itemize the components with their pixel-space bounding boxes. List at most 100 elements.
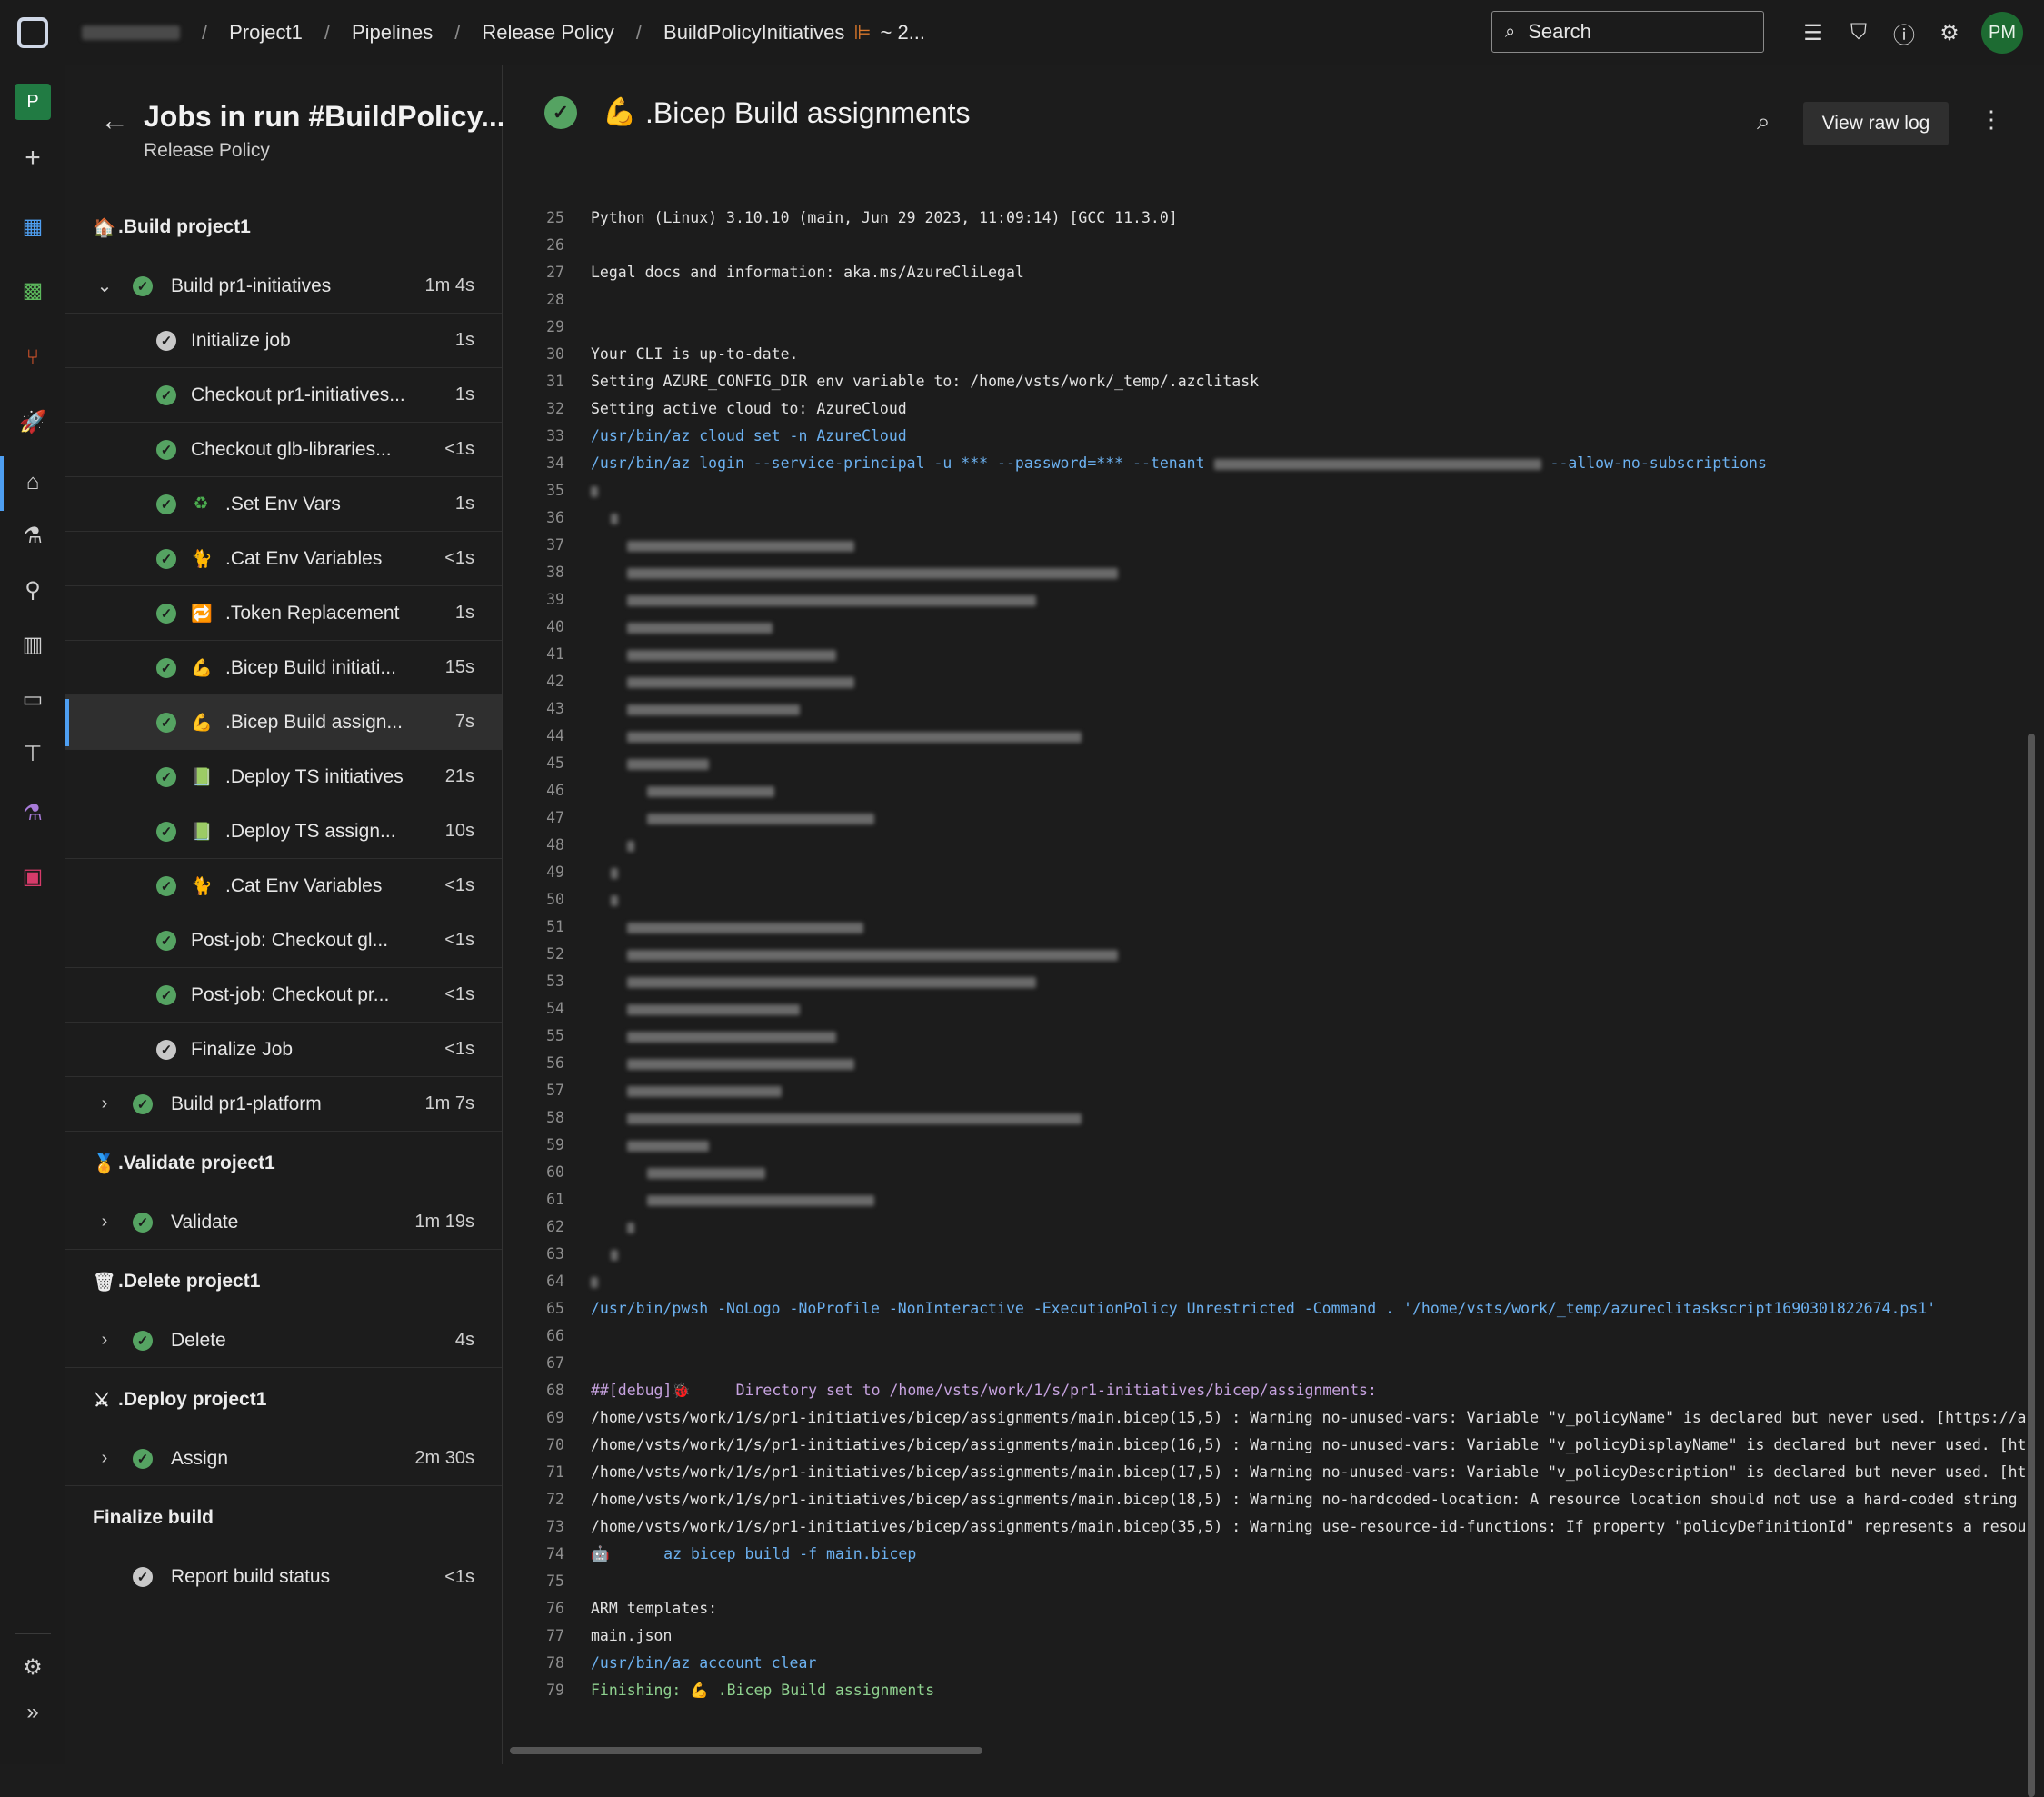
log-line: 28	[503, 286, 2029, 314]
deployment-groups-icon[interactable]: ⊤	[13, 734, 53, 774]
job-assign[interactable]: › ✓ Assign 2m 30s	[65, 1432, 502, 1486]
breadcrumb-project[interactable]: Project1	[229, 21, 303, 45]
user-settings-icon[interactable]: ⚙	[1927, 20, 1972, 46]
log-line-text	[591, 641, 836, 668]
step-post-job-checkout-pr[interactable]: ✓ Post-job: Checkout pr... <1s	[65, 968, 502, 1023]
breadcrumb-release-policy[interactable]: Release Policy	[482, 21, 614, 45]
log-line: 74 🤖 az bicep build -f main.bicep	[503, 1541, 2029, 1568]
log-line-text	[591, 1104, 1082, 1132]
search-box[interactable]: ⌕ Search	[1491, 11, 1764, 53]
chevron-right-icon[interactable]: ›	[93, 1448, 116, 1469]
success-check-icon: ✓	[156, 821, 176, 842]
stage-finalize-build: Finalize build	[93, 1507, 214, 1528]
step-checkout-glb-libraries[interactable]: ✓ Checkout glb-libraries... <1s	[65, 423, 502, 477]
step-finalize-job[interactable]: ✓ Finalize Job <1s	[65, 1023, 502, 1077]
pipelines-sub-icon[interactable]: ⌂	[13, 463, 53, 503]
help-icon[interactable]: ⓘ	[1881, 17, 1927, 49]
redacted-log-content	[611, 513, 618, 524]
releases-icon[interactable]: ⚲	[13, 570, 53, 610]
repos-icon[interactable]: ⑂	[13, 338, 53, 378]
job-validate[interactable]: › ✓ Validate 1m 19s	[65, 1195, 502, 1250]
log-line: 70/home/vsts/work/1/s/pr1-initiatives/bi…	[503, 1432, 2029, 1459]
step-token-replacement[interactable]: ✓ 🔁 .Token Replacement 1s	[65, 586, 502, 641]
log-line-number: 44	[546, 727, 564, 744]
log-line-text	[591, 913, 863, 941]
log-search-icon[interactable]: ⌕	[1757, 107, 1770, 136]
log-line-text	[591, 995, 800, 1023]
step-cat-env-variables-2[interactable]: ✓ 🐈 .Cat Env Variables <1s	[65, 859, 502, 913]
job-build-pr1-platform[interactable]: › ✓ Build pr1-platform 1m 7s	[65, 1077, 502, 1132]
project-avatar[interactable]: P	[15, 84, 51, 120]
success-check-icon: ✓	[156, 875, 176, 896]
new-item-plus-icon[interactable]: +	[13, 138, 53, 178]
step-set-env-vars[interactable]: ✓ ♻ .Set Env Vars 1s	[65, 477, 502, 532]
step-post-job-checkout-gl[interactable]: ✓ Post-job: Checkout gl... <1s	[65, 913, 502, 968]
log-line: 46	[503, 777, 2029, 804]
breadcrumb-pipeline[interactable]: BuildPolicyInitiatives	[663, 21, 844, 45]
horizontal-scrollbar[interactable]	[510, 1747, 982, 1754]
log-line-text: Python (Linux) 3.10.10 (main, Jun 29 202…	[591, 209, 1178, 226]
log-line-number: 65	[546, 1300, 564, 1317]
success-check-icon: ✓	[133, 1212, 153, 1233]
log-line-text: Finishing: 💪 .Bicep Build assignments	[591, 1682, 935, 1699]
log-line: 67	[503, 1350, 2029, 1377]
log-title: .Bicep Build assignments	[645, 96, 971, 129]
boards-icon[interactable]: ▩	[13, 270, 53, 310]
redacted-log-content	[627, 1058, 854, 1070]
project-settings-gear-icon[interactable]: ⚙	[13, 1647, 53, 1687]
vertical-scrollbar[interactable]	[2028, 734, 2035, 1797]
job-report-build-status[interactable]: ✓ Report build status <1s	[65, 1550, 502, 1604]
chevron-right-icon[interactable]: ›	[93, 1330, 116, 1351]
neutral-check-icon: ✓	[133, 1567, 153, 1587]
log-line: 44	[503, 723, 2029, 750]
house-icon: 🏠	[93, 217, 115, 238]
log-line: 62	[503, 1213, 2029, 1241]
test-plans-icon[interactable]: ⚗	[13, 793, 53, 833]
step-deploy-ts-initiatives[interactable]: ✓ 📗 .Deploy TS initiatives 21s	[65, 750, 502, 804]
more-options-icon[interactable]: ⋮	[1979, 105, 2003, 134]
log-line-text: Setting active cloud to: AzureCloud	[591, 400, 907, 417]
log-line-number: 28	[546, 291, 564, 308]
task-list-icon[interactable]: ☰	[1790, 20, 1836, 46]
step-bicep-build-initiatives[interactable]: ✓ 💪 .Bicep Build initiati... 15s	[65, 641, 502, 695]
library-icon[interactable]: ▥	[13, 624, 53, 664]
chevron-right-icon[interactable]: ›	[93, 1093, 116, 1114]
success-check-icon: ✓	[156, 657, 176, 678]
step-initialize-job[interactable]: ✓ Initialize job 1s	[65, 314, 502, 368]
log-line-number: 77	[546, 1627, 564, 1644]
step-deploy-ts-assignments[interactable]: ✓ 📗 .Deploy TS assign... 10s	[65, 804, 502, 859]
stage-delete: 🗑 .Delete project1	[93, 1271, 261, 1293]
log-line: 37	[503, 532, 2029, 559]
redacted-log-content	[627, 840, 634, 852]
success-check-icon: ✓	[156, 548, 176, 569]
log-line-text: /home/vsts/work/1/s/pr1-initiatives/bice…	[591, 1518, 2027, 1535]
step-checkout-initiatives[interactable]: ✓ Checkout pr1-initiatives... 1s	[65, 368, 502, 423]
task-groups-icon[interactable]: ▭	[13, 679, 53, 719]
breadcrumb-pipelines[interactable]: Pipelines	[352, 21, 433, 45]
log-line-number: 56	[546, 1054, 564, 1072]
overview-icon[interactable]: ▦	[13, 206, 53, 246]
artifacts-icon[interactable]: ▣	[13, 856, 53, 896]
chevron-down-icon[interactable]: ⌄	[93, 275, 116, 297]
breadcrumb-run[interactable]: ~ 2...	[881, 21, 926, 45]
step-cat-env-variables[interactable]: ✓ 🐈 .Cat Env Variables <1s	[65, 532, 502, 586]
redacted-log-content	[627, 1222, 634, 1233]
view-raw-log-button[interactable]: View raw log	[1803, 102, 1949, 145]
avatar[interactable]: PM	[1981, 12, 2023, 54]
log-line: 68 ##[debug]🐞 Directory set to /home/vsts…	[503, 1377, 2029, 1404]
log-line-text	[591, 559, 1118, 586]
log-line-text	[591, 614, 773, 641]
success-check-icon: ✓	[156, 712, 176, 733]
marketplace-bag-icon[interactable]: ⛉	[1836, 20, 1881, 45]
back-arrow-icon[interactable]: ←	[100, 104, 129, 137]
job-delete[interactable]: › ✓ Delete 4s	[65, 1313, 502, 1368]
environments-icon[interactable]: ⚗	[13, 515, 53, 555]
chevron-right-icon[interactable]: ›	[93, 1212, 116, 1233]
job-build-pr1-initiatives[interactable]: ⌄ ✓ Build pr1-initiatives 1m 4s	[65, 259, 502, 314]
pipelines-icon[interactable]: 🚀	[13, 402, 53, 442]
search-icon: ⌕	[1505, 21, 1516, 42]
step-bicep-build-assignments[interactable]: ✓ 💪 .Bicep Build assign... 7s	[65, 695, 502, 750]
azure-devops-logo[interactable]	[0, 0, 65, 65]
expand-rail-chevron-icon[interactable]: »	[13, 1692, 53, 1732]
organization-breadcrumb-redacted[interactable]	[82, 25, 180, 40]
